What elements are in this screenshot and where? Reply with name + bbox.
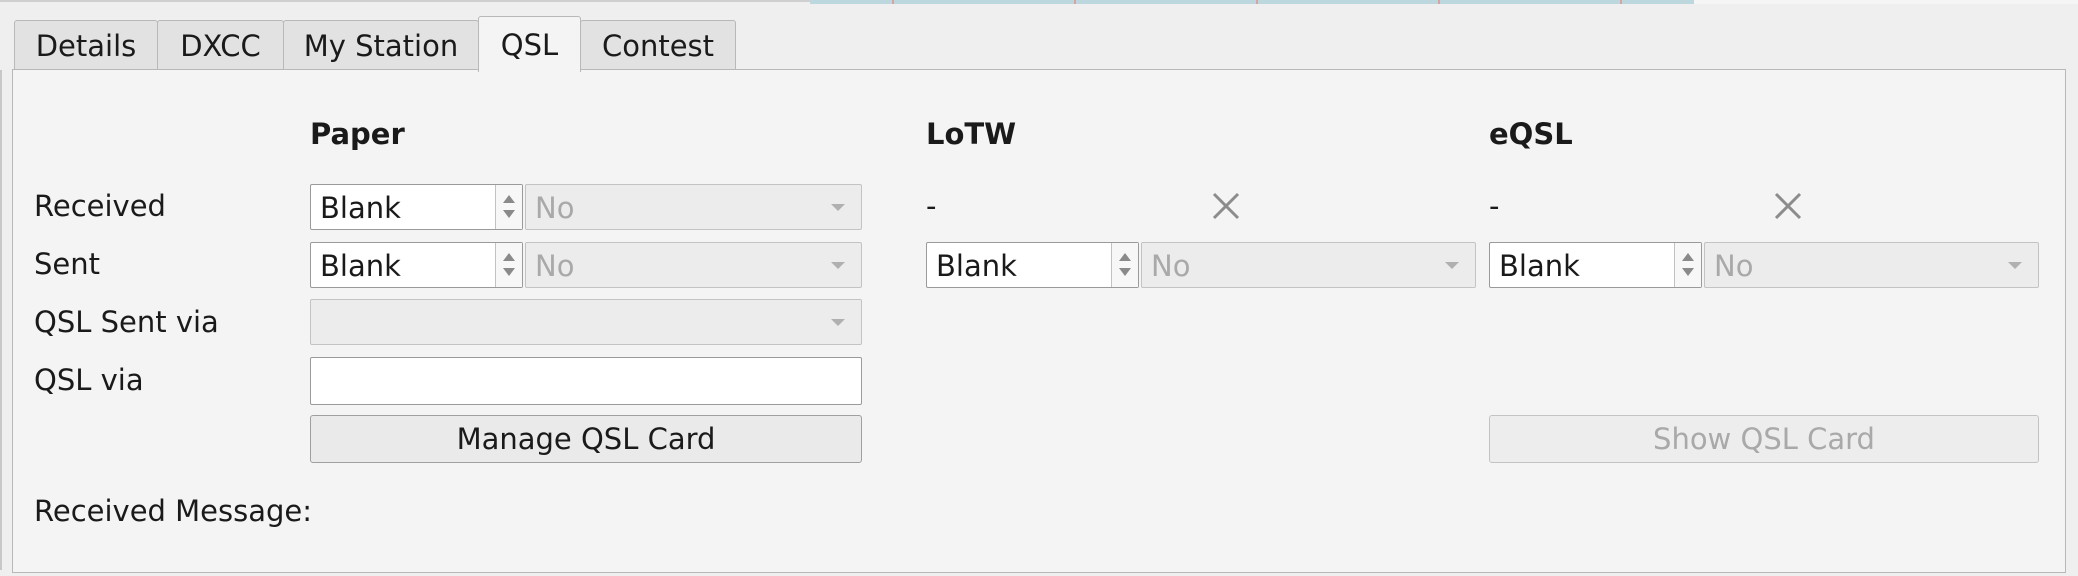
paper-received-combo[interactable]: No xyxy=(525,184,862,230)
lotw-sent-combo[interactable]: No xyxy=(1141,242,1476,288)
tab-qsl[interactable]: QSL xyxy=(478,16,581,72)
splitter-edge[interactable] xyxy=(0,70,2,570)
chevron-down-icon xyxy=(1445,262,1459,269)
qsl-window: Details DXCC My Station QSL Contest Pape… xyxy=(0,0,2078,576)
window-edge xyxy=(0,0,810,2)
lotw-sent-value: No xyxy=(1151,249,1191,283)
received-label: Received xyxy=(34,189,166,223)
manage-qsl-card-label: Manage QSL Card xyxy=(456,422,716,456)
qsl-via-label: QSL via xyxy=(34,363,144,397)
qsl-via-input[interactable] xyxy=(310,357,862,405)
sent-label: Sent xyxy=(34,247,101,281)
spin-arrows-icon[interactable] xyxy=(1674,243,1701,287)
tab-details[interactable]: Details xyxy=(14,20,158,70)
spin-arrows-icon[interactable] xyxy=(495,243,522,287)
map-strip xyxy=(810,0,1694,4)
close-icon xyxy=(1774,192,1802,220)
chevron-down-icon xyxy=(831,319,845,326)
eqsl-sent-value: No xyxy=(1714,249,1754,283)
lotw-sent-status-value: Blank xyxy=(936,249,1017,283)
tab-my-station-label: My Station xyxy=(303,28,459,63)
tab-details-label: Details xyxy=(35,28,137,63)
paper-column-header: Paper xyxy=(310,117,405,151)
show-qsl-card-button[interactable]: Show QSL Card xyxy=(1489,415,2039,463)
qsl-sent-via-label: QSL Sent via xyxy=(34,305,219,339)
eqsl-sent-status-spinbox[interactable]: Blank xyxy=(1489,242,1702,288)
tab-contest-label: Contest xyxy=(601,28,715,63)
tab-dxcc-label: DXCC xyxy=(180,28,261,63)
show-qsl-card-label: Show QSL Card xyxy=(1653,422,1875,456)
chevron-down-icon xyxy=(831,262,845,269)
tab-dxcc[interactable]: DXCC xyxy=(157,20,284,70)
tab-my-station[interactable]: My Station xyxy=(283,20,479,70)
window-edge-right xyxy=(1694,0,2078,4)
eqsl-received-value: - xyxy=(1489,189,1500,223)
chevron-down-icon xyxy=(2008,262,2022,269)
eqsl-sent-combo[interactable]: No xyxy=(1704,242,2039,288)
manage-qsl-card-button[interactable]: Manage QSL Card xyxy=(310,415,862,463)
paper-sent-status-value: Blank xyxy=(320,249,401,283)
paper-sent-status-spinbox[interactable]: Blank xyxy=(310,242,523,288)
paper-received-value: No xyxy=(535,191,575,225)
qsl-sent-via-combo[interactable] xyxy=(310,299,862,345)
paper-received-status-spinbox[interactable]: Blank xyxy=(310,184,523,230)
lotw-column-header: LoTW xyxy=(926,117,1017,151)
received-message-label: Received Message: xyxy=(34,494,313,528)
paper-received-status-value: Blank xyxy=(320,191,401,225)
paper-sent-value: No xyxy=(535,249,575,283)
lotw-sent-status-spinbox[interactable]: Blank xyxy=(926,242,1139,288)
paper-sent-combo[interactable]: No xyxy=(525,242,862,288)
close-icon xyxy=(1212,192,1240,220)
chevron-down-icon xyxy=(831,204,845,211)
spin-arrows-icon[interactable] xyxy=(495,185,522,229)
spin-arrows-icon[interactable] xyxy=(1111,243,1138,287)
tab-contest[interactable]: Contest xyxy=(580,20,736,70)
eqsl-column-header: eQSL xyxy=(1489,117,1573,151)
eqsl-sent-status-value: Blank xyxy=(1499,249,1580,283)
lotw-received-value: - xyxy=(926,189,937,223)
tab-qsl-label: QSL xyxy=(500,27,559,62)
